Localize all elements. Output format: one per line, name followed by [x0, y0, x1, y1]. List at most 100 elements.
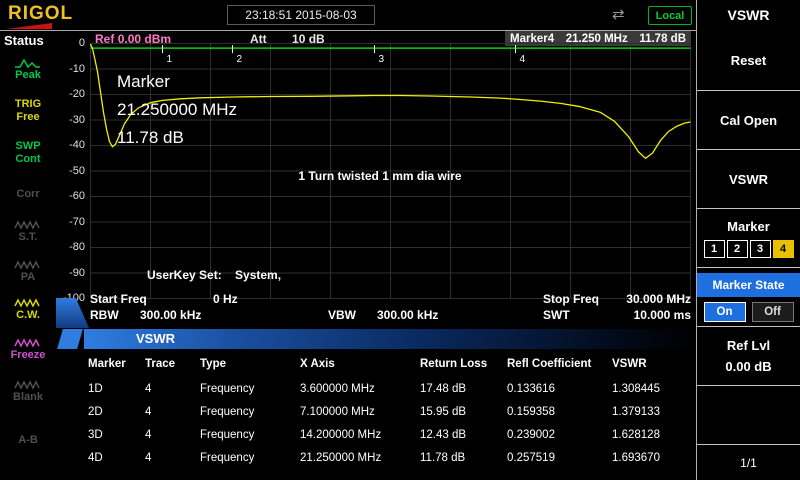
softkey-menu-title: VSWR	[697, 0, 800, 30]
softkey-page-indicator: 1/1	[697, 444, 800, 480]
table-body: 1D4Frequency3.600000 MHz17.48 dB0.133616…	[88, 377, 692, 469]
rbw-value: 300.00 kHz	[140, 308, 201, 322]
stop-freq-value: 30.000 MHz	[600, 292, 691, 306]
status-freeze: Freeze	[0, 338, 56, 362]
softkey-blank[interactable]	[697, 385, 800, 444]
blank-waveform-icon	[14, 380, 42, 390]
table-cell: 4	[145, 406, 200, 418]
table-row: 4D4Frequency21.250000 MHz11.78 dB0.25751…	[88, 446, 692, 469]
status-label: Freeze	[0, 349, 56, 362]
marker-1-key[interactable]: 1	[704, 240, 725, 258]
column-header: Type	[200, 358, 300, 370]
table-cell: 4	[145, 383, 200, 395]
top-bar: RIGOL 23:18:51 2015-08-03 ⇄ Local	[0, 0, 800, 30]
status-label: TRIG	[0, 98, 56, 111]
softkey-marker-state[interactable]: Marker State On Off	[697, 267, 800, 326]
marker-2-key[interactable]: 2	[727, 240, 748, 258]
column-header: Return Loss	[420, 358, 507, 370]
softkey-label: Ref Lvl	[727, 338, 770, 353]
table-title-tab	[57, 329, 83, 349]
column-header: Trace	[145, 358, 200, 370]
marker-state-off[interactable]: Off	[752, 302, 794, 322]
remote-local-arrows-icon: ⇄	[612, 5, 625, 23]
datetime-display: 23:18:51 2015-08-03	[227, 5, 375, 25]
y-axis-label: -90	[59, 267, 87, 279]
marker-4-key[interactable]: 4	[773, 240, 794, 258]
local-mode-indicator: Local	[648, 6, 692, 25]
status-trigger: TRIG Free	[0, 98, 56, 124]
status-pa: PA	[0, 260, 56, 284]
table-cell: Frequency	[200, 452, 300, 464]
rbw-label: RBW	[90, 308, 119, 322]
status-label: Peak	[0, 69, 56, 82]
start-freq-value: 0 Hz	[213, 292, 238, 306]
vbw-value: 300.00 kHz	[377, 308, 438, 322]
status-label: S.T.	[0, 231, 56, 244]
logo-swoosh-icon	[6, 23, 56, 30]
table-cell: 7.100000 MHz	[300, 406, 420, 418]
y-axis-label: -30	[59, 114, 87, 126]
softkey-reset[interactable]: Reset	[697, 31, 800, 90]
st-waveform-icon	[14, 220, 42, 230]
y-axis-label: -80	[59, 241, 87, 253]
marker-state-on[interactable]: On	[704, 302, 746, 322]
svg-text:2: 2	[237, 54, 243, 65]
userkey-status-text: UserKey Set: System,	[147, 268, 281, 282]
column-header: X Axis	[300, 358, 420, 370]
marker-info-amp: 11.78 dB	[117, 124, 237, 152]
y-axis-label: 0	[59, 37, 87, 49]
table-header-row: Marker Trace Type X Axis Return Loss Ref…	[88, 358, 692, 370]
table-cell: 1.308445	[612, 383, 692, 395]
marker-3-key[interactable]: 3	[750, 240, 771, 258]
softkey-vswr[interactable]: VSWR	[697, 149, 800, 208]
softkey-ref-lvl[interactable]: Ref Lvl 0.00 dB	[697, 326, 800, 385]
table-cell: Frequency	[200, 406, 300, 418]
status-label: Blank	[0, 391, 56, 404]
status-label: Free	[0, 111, 56, 124]
y-axis-label: -50	[59, 165, 87, 177]
marker-info-overlay: Marker 21.250000 MHz 11.78 dB	[117, 68, 237, 152]
table-cell: 0.239002	[507, 429, 612, 441]
table-cell: 15.95 dB	[420, 406, 507, 418]
softkey-cal-open[interactable]: Cal Open	[697, 90, 800, 149]
rigol-logo: RIGOL	[8, 3, 73, 25]
softkey-label: Reset	[731, 53, 766, 68]
table-title-bar: VSWR	[84, 329, 692, 349]
table-cell: 0.133616	[507, 383, 612, 395]
swt-value: 10.000 ms	[600, 308, 691, 322]
table-cell: Frequency	[200, 383, 300, 395]
marker-state-highlight: Marker State	[697, 273, 800, 297]
table-row: 1D4Frequency3.600000 MHz17.48 dB0.133616…	[88, 377, 692, 400]
status-sweep: SWP Cont	[0, 140, 56, 166]
column-header: Refl Coefficient	[507, 358, 612, 370]
table-cell: Frequency	[200, 429, 300, 441]
status-blank: Blank	[0, 380, 56, 404]
table-cell: 17.48 dB	[420, 383, 507, 395]
softkey-label: VSWR	[729, 172, 768, 187]
table-cell: 4	[145, 452, 200, 464]
table-row: 2D4Frequency7.100000 MHz15.95 dB0.159358…	[88, 400, 692, 423]
softkey-label: Marker State	[712, 278, 784, 292]
status-label: SWP	[0, 140, 56, 153]
table-cell: 11.78 dB	[420, 452, 507, 464]
table-cell: 4D	[88, 452, 145, 464]
y-axis-label: -60	[59, 190, 87, 202]
peak-icon	[14, 58, 42, 68]
marker-state-toggle: On Off	[704, 302, 794, 322]
status-a-minus-b: A-B	[0, 434, 56, 447]
status-label: A-B	[0, 434, 56, 447]
softkey-marker[interactable]: Marker 1 2 3 4	[697, 208, 800, 267]
softkey-panel: VSWR Reset Cal Open VSWR Marker 1 2 3 4 …	[697, 0, 800, 480]
status-panel: Status Peak TRIG Free SWP Cont Corr S.T.…	[0, 31, 56, 480]
table-cell: 1.379133	[612, 406, 692, 418]
y-axis-label: -20	[59, 88, 87, 100]
freeze-waveform-icon	[14, 338, 42, 348]
status-label: C.W.	[0, 309, 56, 322]
softkey-label: Cal Open	[720, 113, 777, 128]
svg-text:1: 1	[167, 54, 173, 65]
status-st: S.T.	[0, 220, 56, 244]
table-cell: 3D	[88, 429, 145, 441]
table-cell: 2D	[88, 406, 145, 418]
y-axis-labels: 0-10-20-30-40-50-60-70-80-90-100	[59, 37, 87, 337]
table-title: VSWR	[136, 331, 175, 346]
